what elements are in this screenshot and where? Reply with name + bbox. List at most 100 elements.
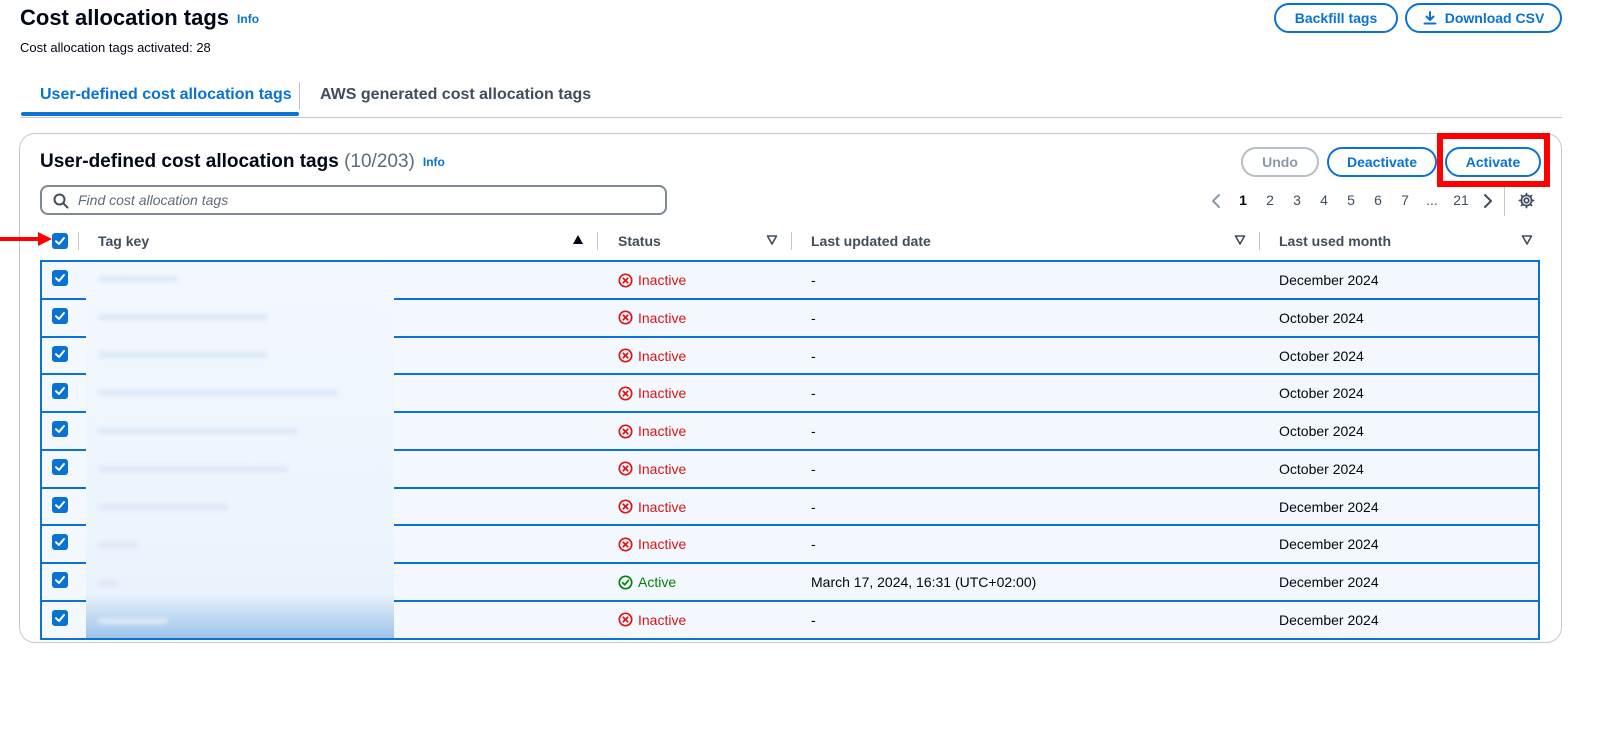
status-text: Inactive [638,347,687,364]
status-text: Inactive [638,611,687,628]
annotation-arrow-icon [0,232,52,246]
pagination-divider [1504,186,1505,216]
gear-icon[interactable] [1518,192,1535,209]
status-badge: Inactive [618,536,686,552]
row-checkbox[interactable] [52,307,68,324]
check-icon [55,425,65,433]
row-checkbox[interactable] [52,421,68,437]
check-icon [55,349,65,358]
status-badge: Inactive [618,348,686,364]
undo-label: Undo [1262,154,1298,170]
download-csv-label: Download CSV [1444,10,1545,26]
table-title: User-defined cost allocation tags (10/20… [40,151,445,173]
status-badge: Inactive [618,499,686,515]
last-used-month: October 2024 [1279,460,1364,477]
undo-button[interactable]: Undo [1241,147,1319,177]
page-4[interactable]: 4 [1314,192,1334,208]
column-divider [791,232,792,250]
row-checkbox[interactable] [52,383,68,400]
next-page-icon[interactable] [1482,193,1494,209]
last-used-month: December 2024 [1279,611,1379,628]
last-updated-date: - [811,423,816,439]
row-checkbox[interactable] [52,609,68,626]
row-checkbox[interactable] [52,496,68,513]
last-used-month: December 2024 [1279,498,1379,515]
download-icon [1423,11,1437,25]
last-updated-date: - [811,460,816,477]
x-circle-icon [618,612,633,627]
check-icon [55,538,65,547]
table-info-link[interactable]: Info [423,155,445,169]
x-circle-icon [618,461,633,476]
page-6[interactable]: 6 [1368,192,1388,208]
last-updated-date: - [811,309,816,326]
deactivate-button[interactable]: Deactivate [1327,147,1437,177]
status-badge: Inactive [618,461,686,477]
last-used-month: October 2024 [1279,347,1364,364]
column-header-status[interactable]: Status [618,233,661,249]
check-icon [55,613,65,622]
last-used-month: December 2024 [1279,536,1379,553]
status-badge: Active [618,574,676,590]
column-header-last-updated[interactable]: Last updated date [811,233,931,249]
row-checkbox[interactable] [52,270,68,286]
row-checkbox[interactable] [52,534,68,551]
row-checkbox[interactable] [52,345,68,362]
check-icon [55,462,65,471]
tab-aws-generated[interactable]: AWS generated cost allocation tags [320,86,591,104]
annotation-highlight-box [1437,133,1550,187]
search-field[interactable] [40,185,667,215]
check-icon [55,311,65,320]
page-7[interactable]: 7 [1395,192,1415,208]
last-used-month: October 2024 [1279,309,1364,326]
tabs-rule [20,117,1562,118]
column-header-tag-key[interactable]: Tag key [98,233,149,249]
x-circle-icon [618,386,633,401]
check-icon [55,387,65,396]
check-icon [55,237,65,245]
page-info-link[interactable]: Info [237,12,259,26]
row-checkbox[interactable] [52,572,68,588]
status-badge: Inactive [618,423,686,439]
search-input[interactable] [76,191,665,209]
check-icon [55,274,65,282]
previous-page-icon[interactable] [1210,193,1222,209]
column-divider [597,232,598,250]
page-ellipsis: ... [1426,192,1438,208]
last-updated-date: - [811,611,816,628]
status-text: Inactive [638,423,687,439]
row-checkbox[interactable] [52,458,68,475]
download-csv-button[interactable]: Download CSV [1405,3,1562,33]
sort-icon[interactable] [1521,234,1533,246]
backfill-tags-button[interactable]: Backfill tags [1274,3,1398,33]
column-divider [1259,232,1260,250]
table-title-text: User-defined cost allocation tags [40,151,339,172]
last-used-month: December 2024 [1279,272,1379,288]
select-all-checkbox[interactable] [52,233,68,249]
sort-ascending-icon[interactable] [572,234,584,246]
column-divider [78,232,79,250]
last-used-month: October 2024 [1279,385,1364,402]
page-title: Cost allocation tags Info [20,5,259,31]
page-2[interactable]: 2 [1260,192,1280,208]
x-circle-icon [618,272,633,288]
tab-divider [299,82,300,110]
x-circle-icon [618,537,633,552]
page-3[interactable]: 3 [1287,192,1307,208]
column-header-last-used[interactable]: Last used month [1279,233,1391,249]
redacted-tag-keys [86,262,394,638]
status-text: Inactive [638,385,687,402]
sort-icon[interactable] [1234,234,1246,246]
last-used-month: December 2024 [1279,574,1379,590]
last-updated-date: - [811,272,816,288]
activated-count: Cost allocation tags activated: 28 [20,40,211,55]
x-circle-icon [618,423,633,439]
page-1[interactable]: 1 [1233,192,1253,208]
tab-user-defined[interactable]: User-defined cost allocation tags [40,86,292,104]
selection-count: (10/203) [344,151,415,172]
page-21[interactable]: 21 [1450,192,1472,208]
sort-icon[interactable] [766,234,778,246]
page-5[interactable]: 5 [1341,192,1361,208]
search-icon [53,193,69,209]
status-text: Inactive [638,498,687,515]
